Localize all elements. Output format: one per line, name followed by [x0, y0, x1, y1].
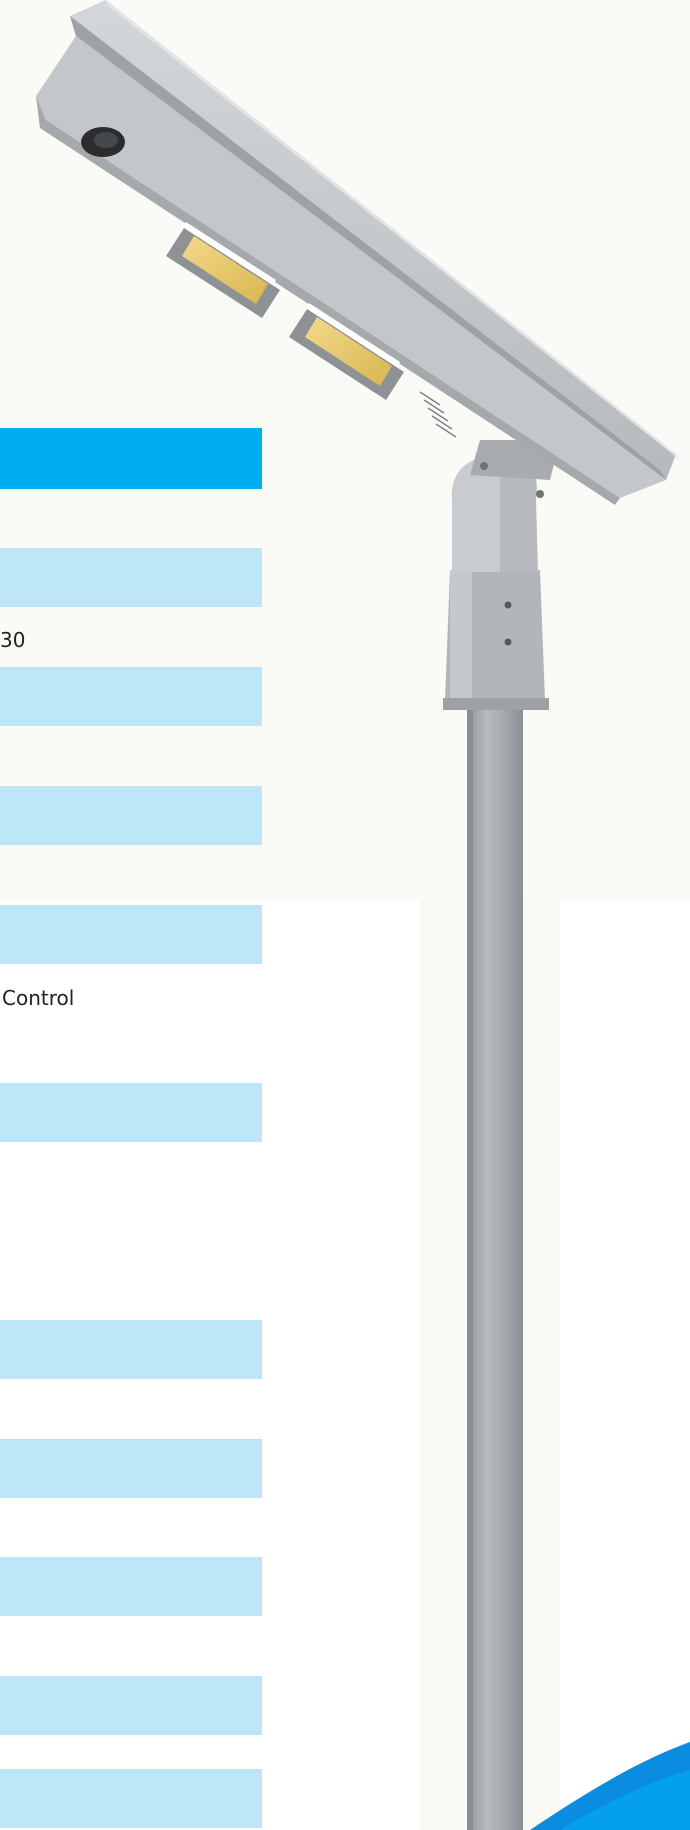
- decorative-swoosh: [530, 1742, 690, 1830]
